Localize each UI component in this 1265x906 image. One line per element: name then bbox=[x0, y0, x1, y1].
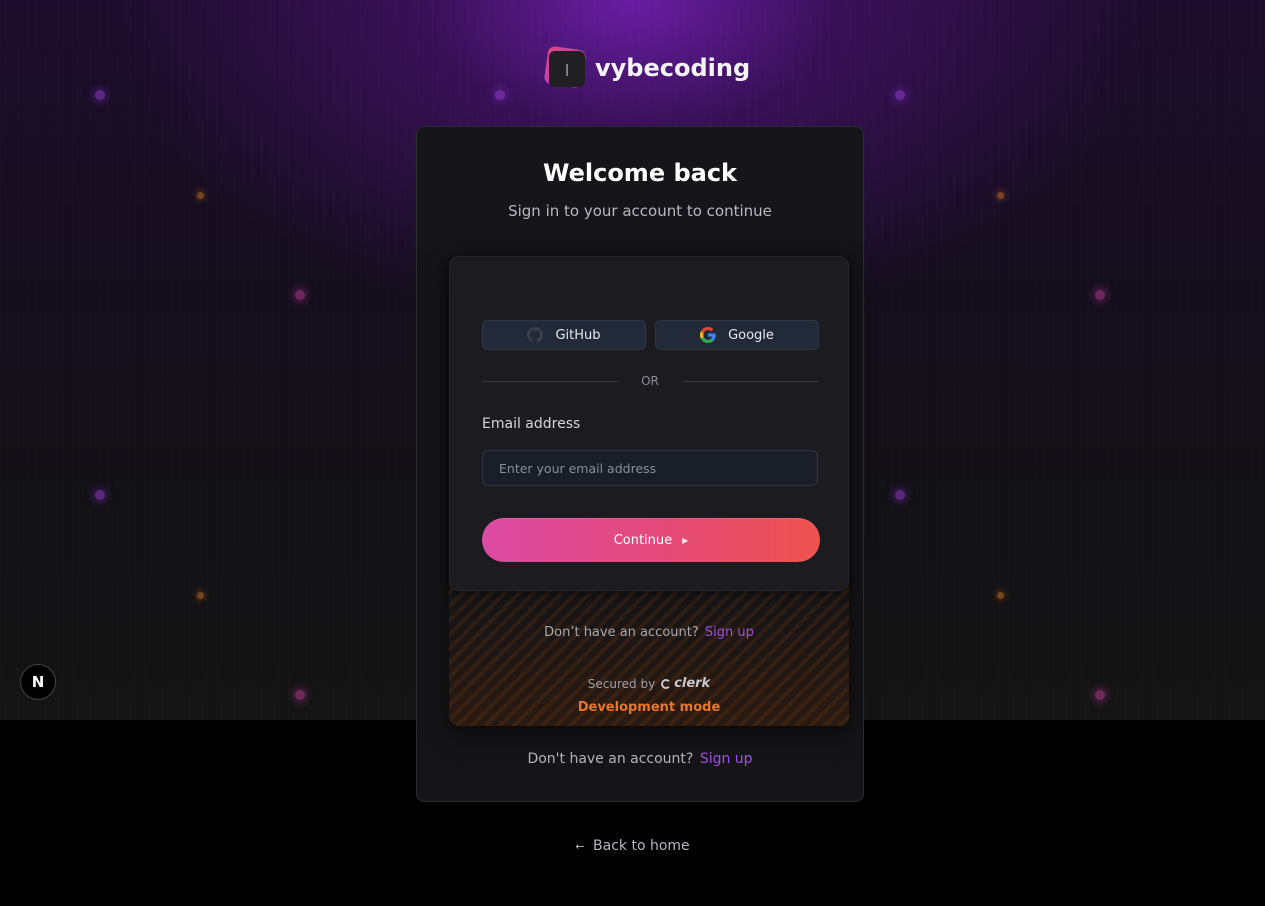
decor-dot bbox=[997, 592, 1004, 599]
nextjs-dev-indicator[interactable]: N bbox=[20, 664, 56, 700]
decor-dot bbox=[1095, 690, 1105, 700]
play-arrow-icon: ▶ bbox=[682, 535, 689, 545]
page-subtitle: Sign in to your account to continue bbox=[508, 202, 772, 220]
back-to-home-link[interactable]: ← Back to home bbox=[0, 838, 1265, 854]
clerk-logo[interactable]: clerk bbox=[661, 676, 710, 691]
secured-by: Secured by clerk bbox=[449, 676, 849, 691]
email-label: Email address bbox=[482, 416, 581, 432]
decor-dot bbox=[95, 490, 105, 500]
decor-dot bbox=[997, 192, 1004, 199]
decor-dot bbox=[295, 290, 305, 300]
github-icon bbox=[527, 327, 544, 343]
decor-dot bbox=[895, 490, 905, 500]
decor-dot bbox=[197, 192, 204, 199]
development-mode-badge: Development mode bbox=[577, 700, 721, 715]
clerk-sign-in: GitHub Google OR Email address Enter you… bbox=[449, 256, 849, 726]
continue-label: Continue bbox=[613, 532, 673, 548]
clerk-signup-link[interactable]: Sign up bbox=[705, 625, 754, 640]
arrow-left-icon: ← bbox=[575, 840, 585, 853]
vybecoding-logo-icon: ❘ bbox=[543, 45, 587, 89]
clerk-icon bbox=[661, 678, 672, 689]
decor-dot bbox=[495, 90, 505, 100]
signup-text: Don't have an account? bbox=[527, 751, 694, 767]
decor-dot bbox=[295, 690, 305, 700]
divider-or: OR bbox=[641, 374, 659, 388]
page-title: Welcome back bbox=[542, 159, 738, 187]
signup-link[interactable]: Sign up bbox=[700, 751, 753, 767]
sign-in-card: Welcome back Sign in to your account to … bbox=[416, 126, 864, 802]
email-field[interactable] bbox=[482, 450, 818, 486]
clerk-logo-text: clerk bbox=[674, 676, 711, 691]
decor-dot bbox=[197, 592, 204, 599]
secured-by-text: Secured by bbox=[587, 676, 656, 691]
decor-dot bbox=[95, 90, 105, 100]
google-icon bbox=[700, 327, 716, 343]
divider-line bbox=[482, 381, 618, 382]
back-to-home-label: Back to home bbox=[593, 838, 690, 854]
decor-dot bbox=[1095, 290, 1105, 300]
brand-logo[interactable]: ❘ vybecoding bbox=[543, 45, 751, 89]
decor-dot bbox=[895, 90, 905, 100]
google-sign-in-button[interactable]: Google bbox=[655, 320, 819, 350]
github-label: GitHub bbox=[555, 327, 601, 343]
page: ❘ vybecoding Welcome back Sign in to you… bbox=[0, 0, 1265, 906]
github-sign-in-button[interactable]: GitHub bbox=[482, 320, 646, 350]
continue-button[interactable]: Continue ▶ bbox=[482, 518, 820, 562]
google-label: Google bbox=[728, 327, 774, 343]
clerk-signup-text: Don’t have an account? bbox=[544, 625, 699, 640]
clerk-main-panel: GitHub Google OR Email address Enter you… bbox=[449, 256, 849, 591]
divider-line bbox=[683, 381, 819, 382]
brand-name: vybecoding bbox=[595, 54, 751, 82]
signup-prompt: Don't have an account? Sign up bbox=[417, 751, 863, 767]
nextjs-icon: N bbox=[31, 673, 45, 691]
clerk-signup-prompt: Don’t have an account? Sign up bbox=[449, 625, 849, 640]
